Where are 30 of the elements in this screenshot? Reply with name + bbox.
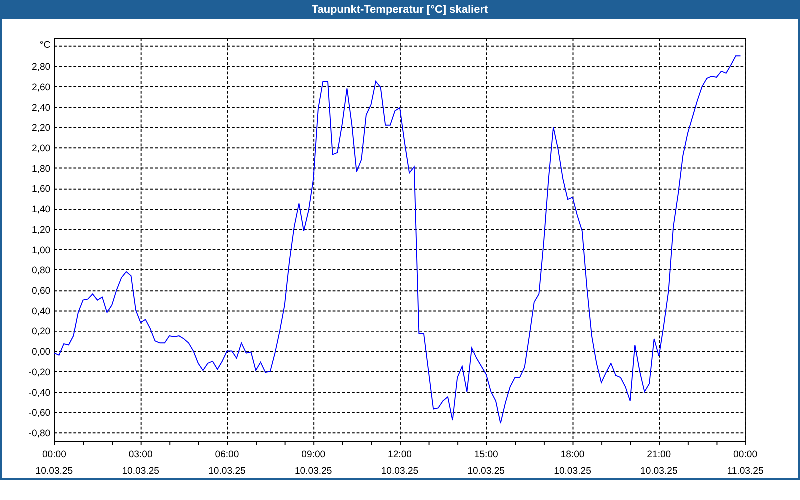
x-tick-label: 09:00 10.03.25 [294, 450, 332, 478]
y-tick-label: 2,00 [32, 144, 51, 155]
x-tick-label: 12:00 10.03.25 [381, 450, 419, 478]
y-tick-label: 0,20 [32, 326, 51, 338]
x-tick-label: 03:00 10.03.25 [122, 450, 160, 478]
x-tick-label: 00:00 11.03.25 [727, 450, 764, 478]
x-tick-label: 18:00 10.03.25 [554, 450, 592, 478]
y-tick-label: -0,40 [28, 388, 51, 399]
x-tick-label: 00:00 10.03.25 [36, 450, 74, 478]
y-tick-label: 2,60 [32, 82, 51, 94]
y-tick-label: -0,80 [28, 428, 51, 440]
x-tick-label: 06:00 10.03.25 [208, 450, 246, 478]
y-tick-label: 1,20 [32, 225, 51, 236]
x-tick-label: 21:00 10.03.25 [640, 450, 678, 478]
y-tick-label: 1,80 [32, 164, 51, 176]
y-tick-label: 1,60 [32, 184, 51, 196]
y-tick-label: -0,60 [28, 408, 51, 420]
y-tick-label: 0,60 [32, 286, 51, 298]
y-tick-label: 2,20 [32, 123, 51, 134]
y-tick-label: 1,40 [32, 204, 51, 216]
window-title: Taupunkt-Temperatur [°C] skaliert [0, 0, 800, 20]
y-tick-label: 2,80 [32, 62, 51, 74]
x-tick-label: 15:00 10.03.25 [468, 450, 506, 478]
y-tick-label: 2,40 [32, 103, 51, 114]
y-tick-label: 1,00 [32, 246, 51, 257]
y-tick-label: -0,20 [28, 368, 51, 379]
y-tick-label: 0,40 [32, 306, 51, 318]
unit-label: °C [40, 40, 51, 51]
y-tick-label: 0,00 [32, 347, 51, 358]
y-tick-label: 0,80 [32, 266, 51, 277]
